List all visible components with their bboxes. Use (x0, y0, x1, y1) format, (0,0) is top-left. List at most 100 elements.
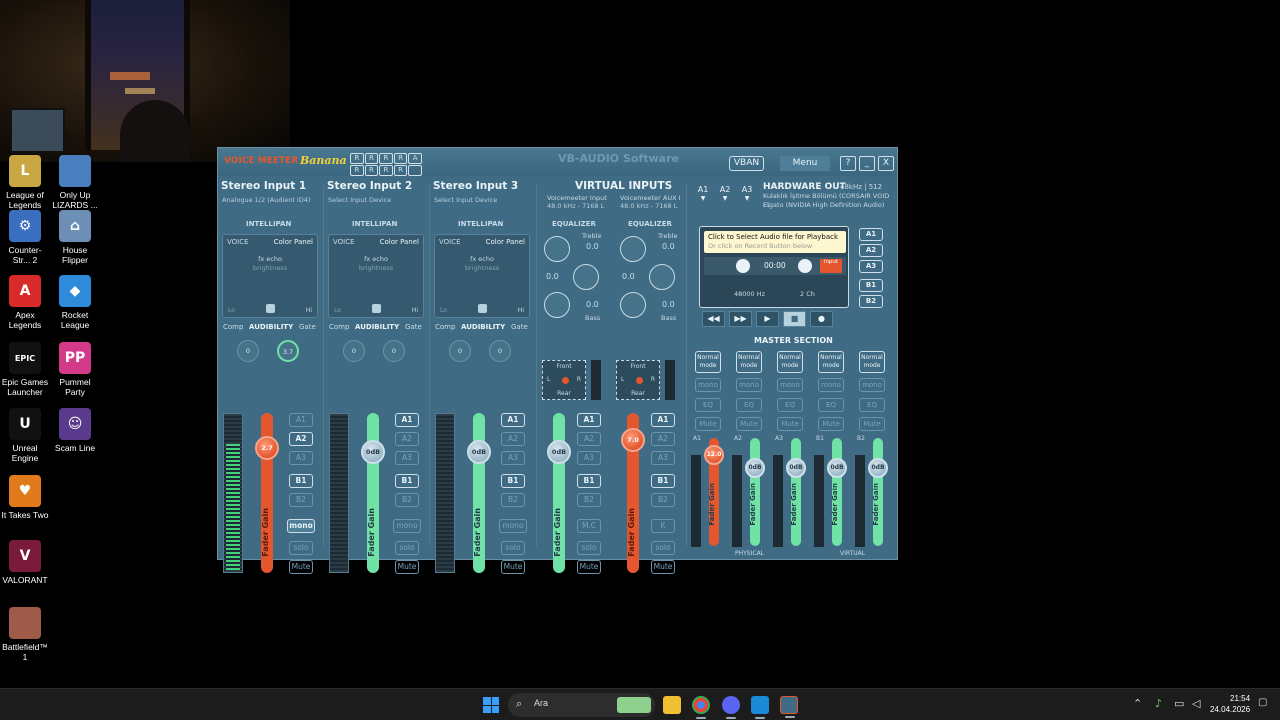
bus-a3-button[interactable]: A3 (289, 451, 313, 465)
bus-b2-button[interactable]: B2 (395, 493, 419, 507)
bus-b2-button[interactable]: B2 (577, 493, 601, 507)
master-fader-slider[interactable]: Fader Gain (790, 438, 801, 546)
search-box[interactable]: ⌕ Ara (508, 693, 655, 717)
bus-b2-button[interactable]: B2 (289, 493, 313, 507)
master-fader-slider[interactable]: Fader Gain (749, 438, 760, 546)
comp-knob[interactable]: 0 (449, 340, 471, 362)
hw-a2-select[interactable]: A2 (716, 185, 734, 194)
fader-knob[interactable]: 0dB (467, 440, 491, 464)
mono-button[interactable]: mono (499, 519, 527, 533)
hw-a3-select[interactable]: A3 (738, 185, 756, 194)
mode-button[interactable]: K (651, 519, 675, 533)
gate-knob[interactable]: 0 (383, 340, 405, 362)
master-mute-button[interactable]: Mute (777, 417, 803, 431)
bus-a1-button[interactable]: A1 (501, 413, 525, 427)
color-panel-toggle[interactable]: Color Panel (274, 238, 313, 246)
master-mode-button[interactable]: Normal mode (859, 351, 885, 373)
bus-b1-button[interactable]: B1 (577, 474, 601, 488)
chevron-down-icon[interactable]: ▼ (716, 195, 734, 202)
strip-title[interactable]: Stereo Input 3 (433, 180, 518, 192)
comp-knob[interactable]: 0 (237, 340, 259, 362)
bus-a3-button[interactable]: A3 (577, 451, 601, 465)
desktop-icon-valorant[interactable]: V VALORANT (0, 540, 50, 585)
help-button[interactable]: ? (840, 156, 856, 171)
desktop-icon-counter-strike-2[interactable]: ⚙ Counter-Str... 2 (0, 210, 50, 265)
strip-device[interactable]: Select Input Device (328, 196, 391, 204)
microphone-icon[interactable]: ♪ (1155, 697, 1162, 710)
desktop-icon-apex-legends[interactable]: A Apex Legends (0, 275, 50, 330)
intellipan-panel[interactable]: VOICE Color Panel fx echo brightness Lo Hi (222, 234, 318, 318)
desktop-icon-unreal-engine[interactable]: U Unreal Engine (0, 408, 50, 463)
fader-knob[interactable]: 0dB (547, 440, 571, 464)
color-panel-toggle[interactable]: Color Panel (380, 238, 419, 246)
voicemeeter-taskbar-icon[interactable] (780, 696, 798, 718)
master-mute-button[interactable]: Mute (818, 417, 844, 431)
volume-icon[interactable]: ◁ (1192, 697, 1200, 710)
bus-a2-button[interactable]: A2 (289, 432, 313, 446)
solo-button[interactable]: solo (651, 541, 675, 555)
bus-a2-button[interactable]: A2 (651, 432, 675, 446)
fader-knob[interactable]: 0dB (361, 440, 385, 464)
bus-a1-button[interactable]: A1 (289, 413, 313, 427)
desktop-icon-rocket-league[interactable]: ◆ Rocket League (50, 275, 100, 330)
color-panel-toggle[interactable]: Color Panel (486, 238, 525, 246)
master-mode-button[interactable]: Normal mode (736, 351, 762, 373)
vban-button[interactable]: VBAN (729, 156, 764, 171)
master-fader-slider[interactable]: Fader Gain (831, 438, 842, 546)
desktop-icon-scam-line[interactable]: ☺ Scam Line (50, 408, 100, 453)
close-button[interactable]: X (878, 156, 894, 171)
bus-b1-button[interactable]: B1 (501, 474, 525, 488)
bus-b1-button[interactable]: B1 (395, 474, 419, 488)
fader-gain-slider[interactable]: Fader Gain (553, 413, 565, 573)
desktop-icon-battlefield-1[interactable]: Battlefield™ 1 (0, 607, 50, 662)
stop-button[interactable]: ■ (783, 311, 806, 327)
mute-button[interactable]: Mute (395, 560, 419, 574)
strip-title[interactable]: Stereo Input 1 (221, 180, 306, 192)
chevron-up-icon[interactable]: ⌃ (1133, 697, 1142, 710)
master-fader-knob[interactable]: 0dB (786, 458, 806, 478)
strip-title[interactable]: Stereo Input 2 (327, 180, 412, 192)
bus-b2-button[interactable]: B2 (501, 493, 525, 507)
gate-knob[interactable]: 0 (489, 340, 511, 362)
app-icon[interactable] (751, 696, 769, 719)
bus-a1-button[interactable]: A1 (651, 413, 675, 427)
play-button[interactable]: ▶ (756, 311, 779, 327)
chevron-down-icon[interactable]: ▼ (694, 195, 712, 202)
minimize-button[interactable]: _ (859, 156, 875, 171)
bus-a3-button[interactable]: A3 (651, 451, 675, 465)
bus-b1-button[interactable]: B1 (289, 474, 313, 488)
master-mono-button[interactable]: mono (777, 378, 803, 392)
bus-b2-button[interactable]: B2 (651, 493, 675, 507)
master-eq-button[interactable]: EQ (777, 398, 803, 412)
bus-a2-button[interactable]: A2 (395, 432, 419, 446)
fast-forward-button[interactable]: ▶▶ (729, 311, 752, 327)
fader-gain-slider[interactable]: Fader Gain (367, 413, 379, 573)
menu-button[interactable]: Menu (780, 156, 830, 171)
desktop-icon-it-takes-two[interactable]: ♥ It Takes Two (0, 475, 50, 520)
mute-button[interactable]: Mute (651, 560, 675, 574)
cassette-recorder[interactable]: Click to Select Audio file for Playback … (699, 226, 849, 308)
desktop-icon-house-flipper[interactable]: ⌂ House Flipper (50, 210, 100, 265)
master-mute-button[interactable]: Mute (695, 417, 721, 431)
master-fader-knob[interactable]: 0dB (745, 458, 765, 478)
chevron-down-icon[interactable]: ▼ (738, 195, 756, 202)
master-mute-button[interactable]: Mute (859, 417, 885, 431)
bus-a3-button[interactable]: A3 (501, 451, 525, 465)
recorder-bus-a2[interactable]: A2 (859, 244, 883, 257)
recorder-bus-b1[interactable]: B1 (859, 279, 883, 292)
title-bar[interactable]: VOICE MEETER Banana RRRRARRRR VB-AUDIO S… (218, 148, 897, 176)
solo-button[interactable]: solo (577, 541, 601, 555)
fader-knob[interactable]: 2.7 (255, 436, 279, 460)
desktop-icon-pummel-party[interactable]: PP Pummel Party (50, 342, 100, 397)
mute-button[interactable]: Mute (577, 560, 601, 574)
intellipan-panel[interactable]: VOICE Color Panel fx echo brightness Lo Hi (434, 234, 530, 318)
solo-button[interactable]: solo (289, 541, 313, 555)
master-mono-button[interactable]: mono (859, 378, 885, 392)
master-mono-button[interactable]: mono (736, 378, 762, 392)
file-explorer-icon[interactable] (663, 696, 681, 714)
recorder-bus-a1[interactable]: A1 (859, 228, 883, 241)
bus-a1-button[interactable]: A1 (395, 413, 419, 427)
strip-device[interactable]: Analogue 1/2 (Audient iD4) (222, 196, 310, 204)
bus-a3-button[interactable]: A3 (395, 451, 419, 465)
network-icon[interactable]: ▭ (1174, 697, 1184, 710)
